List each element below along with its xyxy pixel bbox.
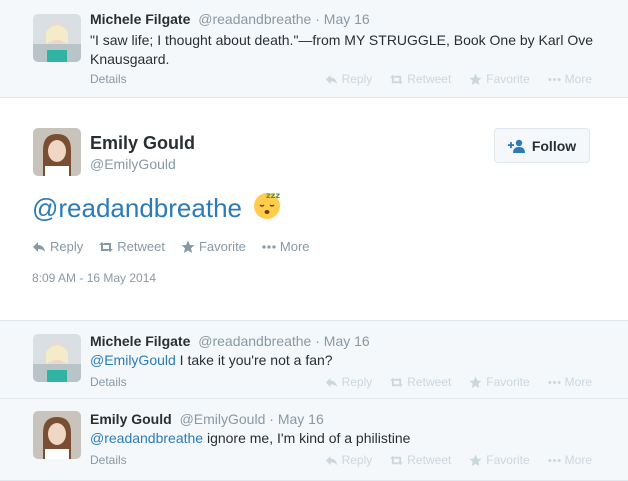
tweet-text: @EmilyGould I take it you're not a fan? — [90, 351, 600, 370]
details-link[interactable]: Details — [90, 72, 127, 86]
avatar[interactable] — [33, 14, 81, 62]
avatar[interactable] — [33, 411, 81, 459]
reply-button[interactable]: Reply — [325, 453, 373, 467]
ellipsis-icon — [548, 77, 561, 81]
retweet-label: Retweet — [407, 453, 452, 467]
tweet-text: @readandbreathe ignore me, I'm kind of a… — [90, 429, 600, 448]
tweet-header: Michele Filgate @readandbreathe · May 16 — [90, 333, 370, 349]
author-handle[interactable]: @readandbreathe — [198, 333, 311, 349]
reply-label: Reply — [341, 453, 373, 467]
star-icon — [469, 453, 482, 466]
tweet-actions: Reply Retweet Favorite More — [325, 453, 592, 467]
more-button[interactable]: More — [548, 453, 592, 467]
retweet-icon — [99, 241, 114, 252]
main-tweet-actions: Reply Retweet Favorite More — [32, 239, 310, 254]
more-label: More — [564, 375, 592, 389]
retweet-icon — [390, 74, 404, 84]
reply-button[interactable]: Reply — [325, 375, 373, 389]
more-label: More — [564, 453, 592, 467]
ellipsis-icon — [262, 244, 276, 249]
more-label: More — [564, 72, 592, 86]
favorite-button[interactable]: Favorite — [469, 453, 530, 467]
reply-tweet: Emily Gould @EmilyGould · May 16 @readan… — [0, 399, 628, 481]
reply-label: Reply — [50, 239, 84, 254]
reply-button[interactable]: Reply — [32, 239, 83, 254]
favorite-button[interactable]: Favorite — [469, 375, 530, 389]
tweet-timestamp[interactable]: 8:09 AM - 16 May 2014 — [32, 271, 156, 285]
more-button[interactable]: More — [262, 239, 310, 254]
favorite-button[interactable]: Favorite — [469, 72, 530, 86]
retweet-button[interactable]: Retweet — [390, 72, 451, 86]
more-label: More — [279, 239, 310, 254]
tweet-time[interactable]: May 16 — [324, 333, 370, 349]
tweet-text: "I saw life; I thought about death."—fro… — [90, 32, 594, 67]
retweet-label: Retweet — [117, 239, 165, 254]
ellipsis-icon — [548, 380, 561, 384]
ellipsis-icon — [548, 458, 561, 462]
mention-link[interactable]: @readandbreathe — [90, 430, 203, 446]
retweet-icon — [390, 455, 404, 465]
reply-tweet: Michele Filgate @readandbreathe · May 16… — [0, 321, 628, 399]
details-link[interactable]: Details — [90, 453, 127, 467]
favorite-button[interactable]: Favorite — [181, 239, 246, 254]
svg-text:zzz: zzz — [266, 191, 280, 200]
main-author-name[interactable]: Emily Gould — [90, 133, 195, 154]
reply-icon — [33, 241, 45, 252]
star-icon — [469, 375, 482, 388]
main-avatar[interactable] — [33, 128, 81, 176]
favorite-label: Favorite — [486, 375, 530, 389]
reply-icon — [325, 377, 337, 387]
sleeping-emoji-icon: zzz — [252, 190, 282, 227]
more-button[interactable]: More — [548, 72, 592, 86]
reply-button[interactable]: Reply — [325, 72, 373, 86]
author-handle[interactable]: @readandbreathe — [198, 11, 311, 27]
previous-tweet: Michele Filgate @readandbreathe · May 16… — [0, 0, 628, 98]
tweet-body: I take it you're not a fan? — [175, 352, 333, 368]
more-button[interactable]: More — [548, 375, 592, 389]
favorite-label: Favorite — [486, 453, 530, 467]
follow-label: Follow — [531, 137, 577, 154]
retweet-button[interactable]: Retweet — [390, 375, 451, 389]
author-name[interactable]: Emily Gould — [90, 411, 172, 427]
retweet-icon — [390, 377, 404, 387]
tweet-header: Emily Gould @EmilyGould · May 16 — [90, 411, 324, 427]
retweet-button[interactable]: Retweet — [390, 453, 451, 467]
main-author-handle[interactable]: @EmilyGould — [90, 156, 176, 172]
details-link[interactable]: Details — [90, 375, 127, 389]
avatar[interactable] — [33, 334, 81, 382]
star-icon — [469, 72, 482, 85]
mention-link[interactable]: @EmilyGould — [90, 352, 176, 368]
separator: · — [269, 411, 274, 427]
retweet-label: Retweet — [407, 72, 452, 86]
reply-label: Reply — [341, 72, 373, 86]
follow-button[interactable]: Follow — [494, 128, 590, 163]
main-tweet-text: @readandbreathe zzz — [32, 190, 282, 227]
star-icon — [181, 240, 195, 253]
reply-label: Reply — [341, 375, 373, 389]
reply-icon — [325, 74, 337, 84]
favorite-label: Favorite — [486, 72, 530, 86]
add-user-icon — [507, 139, 525, 153]
reply-icon — [325, 455, 337, 465]
author-name[interactable]: Michele Filgate — [90, 333, 190, 349]
separator: · — [315, 333, 320, 349]
favorite-label: Favorite — [198, 239, 246, 254]
mention-link[interactable]: @readandbreathe — [32, 193, 242, 224]
tweet-time[interactable]: May 16 — [278, 411, 324, 427]
author-handle[interactable]: @EmilyGould — [180, 411, 266, 427]
tweet-body: ignore me, I'm kind of a philistine — [203, 430, 411, 446]
retweet-button[interactable]: Retweet — [99, 239, 165, 254]
separator: · — [315, 11, 320, 27]
author-name[interactable]: Michele Filgate — [90, 11, 190, 27]
tweet-header: Michele Filgate @readandbreathe · May 16 — [90, 11, 370, 27]
retweet-label: Retweet — [407, 375, 452, 389]
tweet-actions: Reply Retweet Favorite More — [325, 72, 592, 86]
tweet-actions: Reply Retweet Favorite More — [325, 375, 592, 389]
tweet-time[interactable]: May 16 — [324, 11, 370, 27]
